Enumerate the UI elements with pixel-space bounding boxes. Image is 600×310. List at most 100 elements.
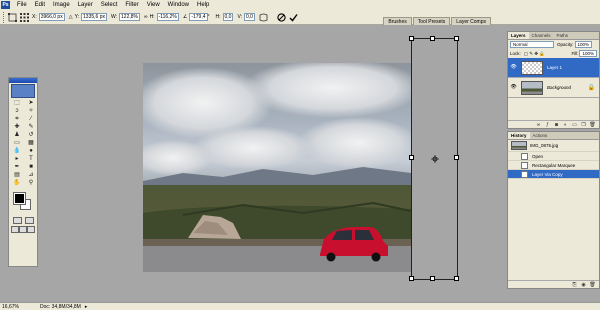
delete-state-icon[interactable]: 🗑 xyxy=(589,282,596,288)
transform-handle-tm[interactable] xyxy=(430,36,435,41)
history-state-label: Rectangular Marquee xyxy=(532,162,576,168)
fill-field[interactable]: 100% xyxy=(579,50,597,57)
well-tool-presets[interactable]: Tool Presets xyxy=(412,16,451,25)
layer-mask-icon[interactable]: ◙ xyxy=(553,122,560,128)
dodge-tool-icon[interactable]: ● xyxy=(25,148,37,155)
full-screen-menu-icon[interactable] xyxy=(19,226,27,233)
brush-tool-icon[interactable]: ✎ xyxy=(25,124,37,131)
pen-tool-icon[interactable]: ✒ xyxy=(11,164,23,171)
type-tool-icon[interactable]: T xyxy=(25,156,37,163)
x-field[interactable]: 3966,0 px xyxy=(38,13,65,21)
menu-edit[interactable]: Edit xyxy=(31,0,49,10)
zoom-tool-icon[interactable]: ⚲ xyxy=(25,180,37,187)
transform-handle-bl[interactable] xyxy=(409,276,414,281)
link-layers-icon[interactable]: ∞ xyxy=(535,122,542,128)
tab-history[interactable]: History xyxy=(508,132,530,139)
lock-icon[interactable]: ▢ ✎ ✥ 🔒 xyxy=(524,51,545,57)
path-selection-tool-icon[interactable]: ▸ xyxy=(11,156,23,163)
menu-file[interactable]: File xyxy=(13,0,31,10)
blend-mode-select[interactable]: Normal xyxy=(510,41,554,48)
delete-layer-icon[interactable]: 🗑 xyxy=(589,122,596,128)
layer-row-layer-1[interactable]: 👁 Layer 1 xyxy=(508,58,599,78)
delta-icon[interactable]: △ xyxy=(69,14,73,20)
options-grip[interactable] xyxy=(3,11,5,23)
zoom-level[interactable]: 16,67% xyxy=(0,304,22,310)
transform-handle-ml[interactable] xyxy=(409,155,414,160)
well-layer-comps[interactable]: Layer Comps xyxy=(451,16,491,25)
photoshop-app-icon[interactable]: Ps xyxy=(1,1,10,9)
transform-handle-tr[interactable] xyxy=(454,36,459,41)
tab-paths[interactable]: Paths xyxy=(554,32,572,39)
height-field[interactable]: -116,2% xyxy=(156,13,179,21)
eraser-tool-icon[interactable]: ▭ xyxy=(11,140,23,147)
y-field[interactable]: 1335,6 px xyxy=(81,13,107,21)
link-icon[interactable]: ∞ xyxy=(144,14,148,20)
history-snapshot[interactable]: IMG_0875.jpg xyxy=(508,140,599,152)
vskew-field[interactable]: 0,0 xyxy=(244,13,255,21)
opacity-field[interactable]: 100% xyxy=(574,41,593,48)
pivot-point-icon[interactable] xyxy=(431,155,439,163)
menu-filter[interactable]: Filter xyxy=(121,0,142,10)
transform-tool-icon xyxy=(8,12,17,22)
full-screen-icon[interactable] xyxy=(27,226,35,233)
healing-brush-tool-icon[interactable]: ✚ xyxy=(11,124,23,131)
blur-tool-icon[interactable]: 💧 xyxy=(11,148,23,155)
foreground-color-swatch[interactable] xyxy=(13,192,26,205)
transform-handle-mr[interactable] xyxy=(454,155,459,160)
new-layer-icon[interactable]: ❐ xyxy=(580,122,587,128)
new-snapshot-icon[interactable]: ◉ xyxy=(580,282,587,288)
new-group-icon[interactable]: ▭ xyxy=(571,122,578,128)
check-icon[interactable] xyxy=(289,13,298,22)
layer-style-icon[interactable]: ƒ xyxy=(544,122,551,128)
hskew-field[interactable]: 0,0 xyxy=(222,13,234,21)
transform-handle-br[interactable] xyxy=(454,276,459,281)
visibility-eye-icon[interactable]: 👁 xyxy=(510,64,517,71)
toolbox-titlebar[interactable] xyxy=(9,78,37,83)
transform-handle-tl[interactable] xyxy=(409,36,414,41)
magic-wand-tool-icon[interactable]: ✧ xyxy=(25,108,37,115)
move-tool-icon[interactable]: ➤ xyxy=(25,100,37,107)
history-state-marquee[interactable]: Rectangular Marquee xyxy=(508,161,599,170)
transform-handle-bm[interactable] xyxy=(430,276,435,281)
new-document-from-state-icon[interactable]: ⎘ xyxy=(571,282,578,288)
menu-select[interactable]: Select xyxy=(97,0,122,10)
gradient-tool-icon[interactable]: ▦ xyxy=(25,140,37,147)
stamp-tool-icon[interactable]: ♟ xyxy=(11,132,23,139)
status-menu-icon[interactable]: ▸ xyxy=(85,304,88,310)
slice-tool-icon[interactable]: ⁄ xyxy=(25,116,37,123)
adjustment-layer-icon[interactable]: ◐ xyxy=(562,122,569,128)
visibility-eye-icon[interactable]: 👁 xyxy=(510,84,517,91)
lasso-tool-icon[interactable]: ↄ xyxy=(11,108,23,115)
notes-tool-icon[interactable]: ▤ xyxy=(11,172,23,179)
standard-screen-icon[interactable] xyxy=(11,226,19,233)
history-state-layer-via-copy[interactable]: Layer Via Copy xyxy=(508,170,599,179)
tab-channels[interactable]: Channels xyxy=(529,32,554,39)
tab-actions[interactable]: Actions xyxy=(530,132,551,139)
menu-window[interactable]: Window xyxy=(164,0,193,10)
crop-tool-icon[interactable]: ⌗ xyxy=(11,116,23,123)
cancel-icon[interactable] xyxy=(277,12,286,22)
history-brush-tool-icon[interactable]: ↺ xyxy=(25,132,37,139)
quick-mask-mode-icon[interactable] xyxy=(24,217,34,224)
menu-help[interactable]: Help xyxy=(193,0,213,10)
warp-icon[interactable] xyxy=(259,13,268,22)
shape-tool-icon[interactable]: ■ xyxy=(25,164,37,171)
menu-view[interactable]: View xyxy=(143,0,164,10)
tab-layers[interactable]: Layers xyxy=(508,32,529,39)
history-state-open[interactable]: Open xyxy=(508,152,599,161)
standard-mode-icon[interactable] xyxy=(12,217,22,224)
marquee-tool-icon[interactable]: ⬚ xyxy=(11,100,23,107)
layer-row-background[interactable]: 👁 Background 🔒 xyxy=(508,78,599,98)
opacity-label: Opacity: xyxy=(557,42,574,47)
width-field[interactable]: 122,8% xyxy=(119,13,140,21)
reference-point-icon[interactable] xyxy=(20,12,29,22)
hand-tool-icon[interactable]: ✋ xyxy=(11,180,23,187)
angle-field[interactable]: -179,4 xyxy=(189,13,208,21)
document-canvas[interactable] xyxy=(143,63,411,272)
eyedropper-tool-icon[interactable]: ⊿ xyxy=(25,172,37,179)
menu-image[interactable]: Image xyxy=(49,0,74,10)
options-bar: X: 3966,0 px △ Y: 1335,6 px W: 122,8% ∞ H: -11… xyxy=(0,10,600,25)
menu-layer[interactable]: Layer xyxy=(74,0,97,10)
toolbox-logo[interactable] xyxy=(11,84,35,98)
well-brushes[interactable]: Brushes xyxy=(383,16,412,25)
